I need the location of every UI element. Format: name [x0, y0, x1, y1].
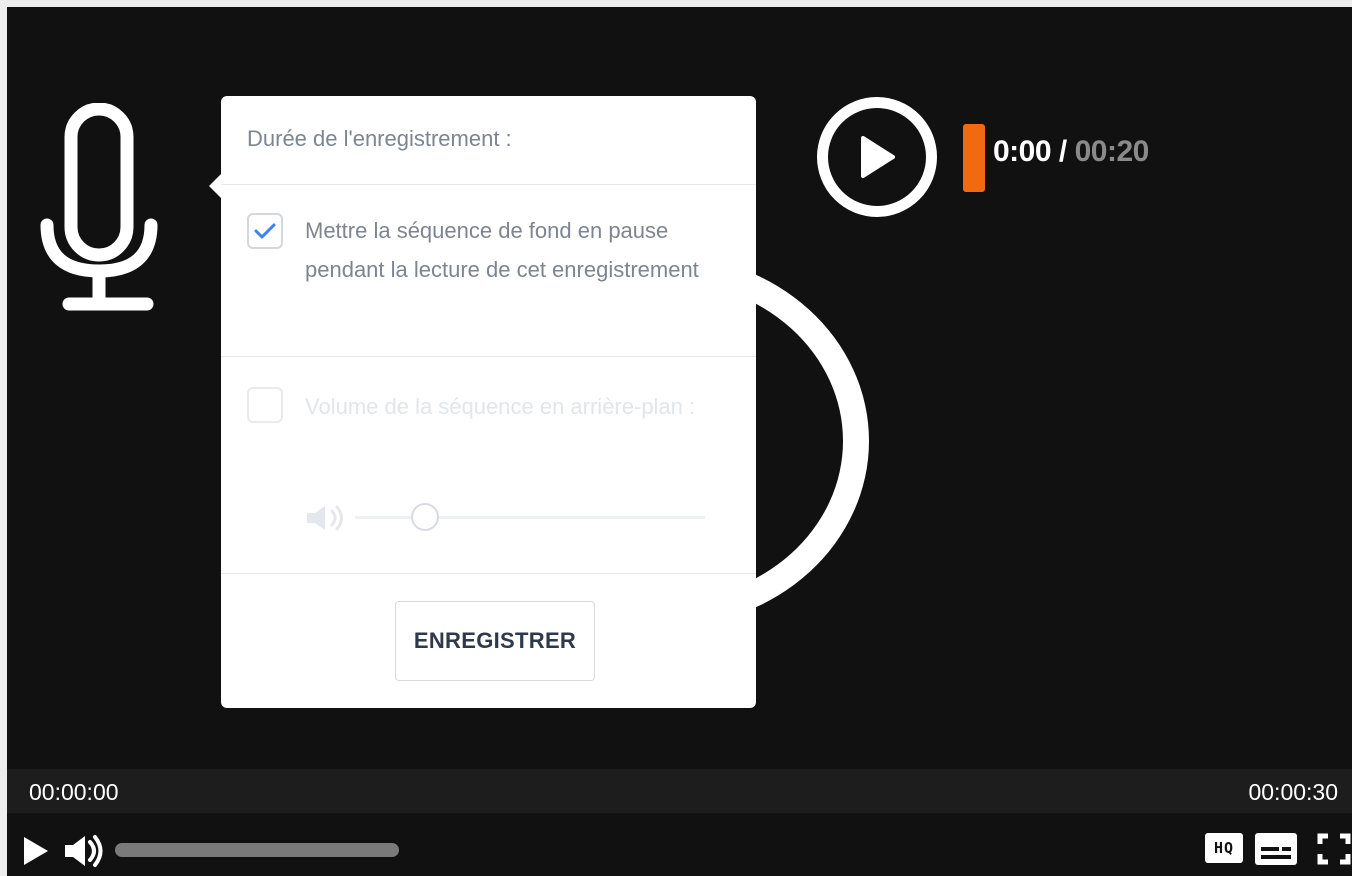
- hq-icon[interactable]: HQ: [1205, 833, 1243, 863]
- background-volume-label: Volume de la séquence en arrière-plan :: [305, 394, 696, 419]
- speaker-icon[interactable]: [63, 833, 107, 869]
- recording-timer: 0:00 / 00:20: [993, 135, 1149, 169]
- current-time: 0:00: [993, 135, 1052, 168]
- volume-bar[interactable]: [115, 843, 399, 857]
- microphone-icon: [40, 103, 158, 311]
- time-separator: /: [1058, 135, 1067, 168]
- pause-background-label: Mettre la séquence de fond en pause pend…: [305, 218, 699, 282]
- pause-background-checkbox[interactable]: [247, 213, 283, 249]
- time-bar: 00:00:00 00:00:30: [7, 769, 1352, 813]
- save-button[interactable]: ENREGISTRER: [395, 601, 595, 681]
- volume-thumb[interactable]: [411, 503, 439, 531]
- speaker-icon: [307, 505, 343, 531]
- play-recording-button[interactable]: [817, 97, 937, 217]
- play-icon[interactable]: [22, 835, 50, 867]
- play-icon: [861, 136, 895, 178]
- background-volume-slider[interactable]: [305, 502, 705, 532]
- popup-title: Durée de l'enregistrement :: [221, 96, 756, 185]
- time-end: 00:00:30: [1248, 779, 1338, 805]
- background-volume-checkbox[interactable]: [247, 387, 283, 423]
- fullscreen-icon[interactable]: [1317, 833, 1351, 865]
- recording-settings-popup: Durée de l'enregistrement : Mettre la sé…: [209, 96, 756, 708]
- option-background-volume: Volume de la séquence en arrière-plan :: [221, 357, 756, 574]
- popup-footer: ENREGISTRER: [221, 574, 756, 707]
- hq-label: HQ: [1213, 839, 1235, 857]
- option-pause-background: Mettre la séquence de fond en pause pend…: [221, 185, 756, 357]
- stage: 0:00 / 00:20 Durée de l'enregistrement :…: [7, 7, 1352, 769]
- total-time: 00:20: [1074, 135, 1150, 168]
- subtitles-icon[interactable]: [1255, 833, 1297, 865]
- control-bar: HQ: [7, 813, 1352, 876]
- volume-track[interactable]: [355, 516, 705, 519]
- check-icon: [254, 223, 276, 239]
- time-start: 00:00:00: [29, 779, 119, 805]
- video-player: 0:00 / 00:20 Durée de l'enregistrement :…: [7, 7, 1352, 876]
- recording-indicator: [963, 124, 985, 192]
